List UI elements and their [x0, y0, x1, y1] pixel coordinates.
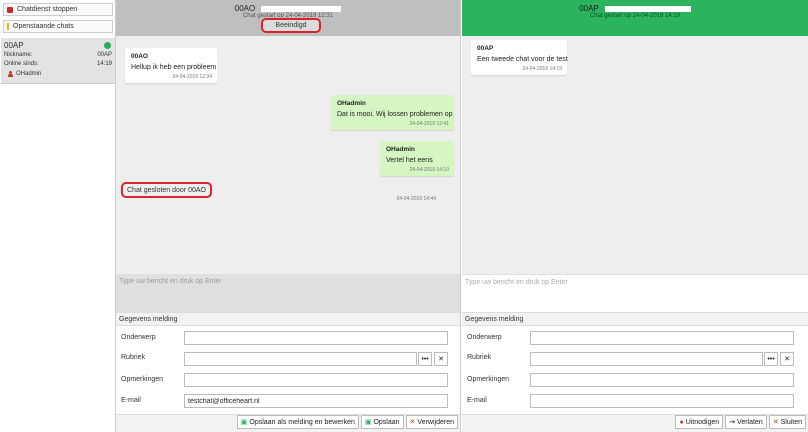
leave-button[interactable]: ⇥ Verlaten: [725, 415, 767, 429]
email-field[interactable]: [184, 394, 448, 408]
email-label: E-mail: [467, 397, 487, 404]
ticket-form: Gegevens melding Onderwerp Rubriek ••• ✕…: [116, 312, 460, 432]
chat-title: 00AP: [462, 4, 808, 13]
chat-messages: 00AO Hellup ik heb een probleem 24-04-20…: [116, 36, 460, 274]
open-chats-button[interactable]: Openstaande chats: [3, 20, 113, 33]
invite-button[interactable]: ● Uitnodigen: [675, 415, 724, 429]
chat-messages: 00AP Een tweede chat voor de test 24-04-…: [462, 36, 808, 274]
subject-field[interactable]: [184, 331, 448, 345]
message-text: Een tweede chat voor de test: [477, 56, 568, 63]
chat-panel-00ap: 00AP Chat gestart op 24-04-2019 14:19 00…: [462, 0, 808, 432]
open-chats-label: Openstaande chats: [13, 23, 74, 30]
category-field[interactable]: [184, 352, 417, 366]
online-since-value: 14:19: [96, 61, 112, 67]
nickname-label: Nickname:: [4, 52, 33, 58]
sidebar: Chatdienst stoppen Openstaande chats 00A…: [0, 0, 116, 432]
message-bubble: OHadmin Dat is mooi. Wij lossen probleme…: [331, 95, 454, 130]
chat-status-badge: Beeindigd: [261, 18, 321, 33]
chat-header: 00AO Chat gestart op 24-04-2019 12:31 Be…: [116, 0, 460, 36]
chat-item-nickname-row: Nickname: 00AP: [4, 52, 112, 58]
close-icon: ✕: [772, 419, 779, 426]
chat-closed-notice: Chat gesloten door 00AO: [121, 182, 212, 198]
form-title: Gegevens melding: [465, 316, 524, 323]
category-label: Rubriek: [467, 354, 492, 361]
form-actions: ▣ Opslaan als melding en bewerken ▣ Opslaa…: [236, 415, 458, 429]
subject-label: Onderwerp: [467, 334, 502, 341]
save-icon: ▣: [240, 419, 248, 426]
message-sender: OHadmin: [337, 100, 366, 107]
message-sender: 00AO: [131, 53, 148, 60]
nickname-value: 00AP: [97, 52, 112, 58]
message-bubble: 00AO Hellup ik heb een probleem 24-04-20…: [125, 48, 217, 83]
email-field[interactable]: [530, 394, 794, 408]
online-status-icon: [104, 42, 111, 49]
message-input[interactable]: Type uw bericht en druk op Enter: [116, 274, 460, 312]
remarks-label: Opmerkingen: [467, 376, 510, 383]
form-fields: Onderwerp Rubriek ••• ✕ Opmerkingen E-ma…: [462, 325, 808, 415]
chat-item-title: 00AP: [4, 41, 24, 50]
message-sender: OHadmin: [386, 146, 415, 153]
stop-icon: [7, 6, 13, 13]
save-and-edit-button[interactable]: ▣ Opslaan als melding en bewerken: [236, 415, 359, 429]
chat-header: 00AP Chat gestart op 24-04-2019 14:19: [462, 0, 808, 36]
online-since-label: Online sinds:: [4, 61, 39, 67]
agent-name: OHadmin: [16, 71, 42, 77]
warning-icon: [7, 23, 9, 30]
close-icon: ✕: [409, 419, 416, 426]
form-actions: ● Uitnodigen ⇥ Verlaten ✕ Sluiten: [675, 415, 806, 429]
category-label: Rubriek: [121, 354, 146, 361]
close-chat-button[interactable]: ✕ Sluiten: [768, 415, 806, 429]
remarks-field[interactable]: [530, 373, 794, 387]
chat-title: 00AO: [116, 4, 460, 13]
close-chat-label: Sluiten: [780, 418, 802, 426]
redacted-block: [261, 5, 342, 12]
category-more-button[interactable]: •••: [764, 352, 778, 366]
category-clear-button[interactable]: ✕: [434, 352, 448, 366]
user-icon: [8, 71, 13, 77]
form-fields: Onderwerp Rubriek ••• ✕ Opmerkingen E-ma…: [116, 325, 460, 415]
message-timestamp: 24-04-2019 12:41: [409, 121, 449, 127]
stop-chat-service-button[interactable]: Chatdienst stoppen: [3, 3, 113, 16]
message-text: Vertel het eens: [386, 157, 433, 164]
message-input[interactable]: Type uw bericht en druk op Enter: [462, 274, 808, 312]
remarks-label: Opmerkingen: [121, 376, 164, 383]
stop-chat-service-label: Chatdienst stoppen: [17, 6, 78, 13]
chat-list-item[interactable]: 00AP Nickname: 00AP Online sinds: 14:19 …: [1, 38, 115, 84]
chat-panel-00ao: 00AO Chat gestart op 24-04-2019 12:31 Be…: [116, 0, 461, 432]
message-bubble: 00AP Een tweede chat voor de test 24-04-…: [471, 40, 568, 75]
save-icon: ▣: [364, 419, 372, 426]
message-sender: 00AP: [477, 45, 494, 52]
delete-label: Verwijderen: [417, 418, 454, 426]
chat-closed-timestamp: 24-04-2019 14:44: [396, 196, 436, 202]
message-text: Hellup ik heb een probleem: [131, 64, 217, 71]
delete-button[interactable]: ✕ Verwijderen: [405, 415, 458, 429]
ticket-form: Gegevens melding Onderwerp Rubriek ••• ✕…: [462, 312, 808, 432]
save-button[interactable]: ▣ Opslaan: [360, 415, 404, 429]
message-text: Dat is mooi. Wij lossen problemen op: [337, 111, 453, 118]
chat-started-text: Chat gestart op 24-04-2019 14:19: [589, 13, 681, 19]
chat-item-agent-row: OHadmin: [4, 71, 112, 77]
category-field[interactable]: [530, 352, 763, 366]
message-timestamp: 24-04-2019 12:34: [172, 74, 212, 80]
form-title: Gegevens melding: [119, 316, 178, 323]
remarks-field[interactable]: [184, 373, 448, 387]
redacted-block: [604, 5, 691, 12]
save-and-edit-label: Opslaan als melding en bewerken: [249, 418, 355, 426]
leave-label: Verlaten: [737, 418, 763, 426]
message-timestamp: 24-04-2019 14:19: [522, 66, 562, 72]
category-clear-button[interactable]: ✕: [780, 352, 794, 366]
subject-label: Onderwerp: [121, 334, 156, 341]
subject-field[interactable]: [530, 331, 794, 345]
email-label: E-mail: [121, 397, 141, 404]
save-label: Opslaan: [373, 418, 400, 426]
chat-item-online-row: Online sinds: 14:19: [4, 61, 112, 67]
invite-label: Uitnodigen: [685, 418, 720, 426]
message-timestamp: 24-04-2019 14:10: [409, 167, 449, 173]
exit-icon: ⇥: [729, 419, 736, 426]
message-bubble: OHadmin Vertel het eens 24-04-2019 14:10: [380, 141, 454, 176]
user-icon: ●: [679, 418, 684, 426]
category-more-button[interactable]: •••: [418, 352, 432, 366]
